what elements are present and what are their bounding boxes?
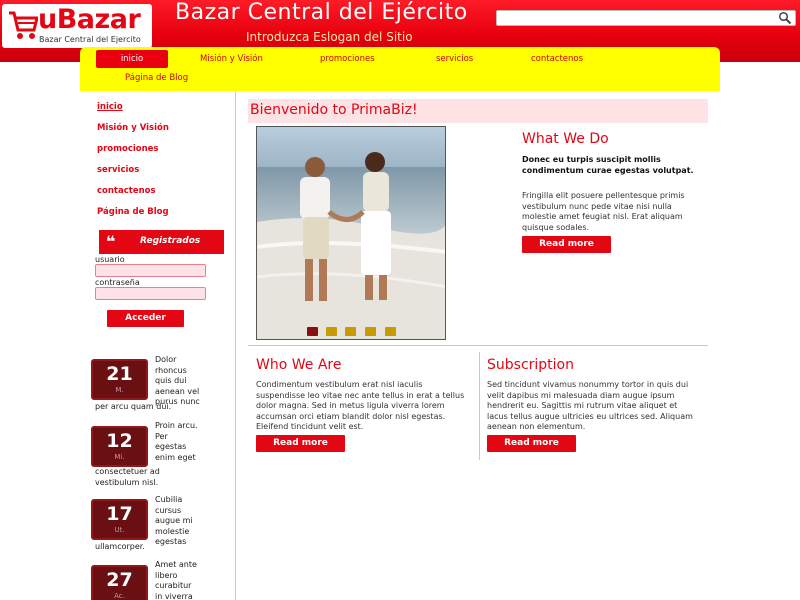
- post-line: Dolor: [155, 355, 177, 364]
- post-excerpt[interactable]: Proin arcu. Per egestas enim eget: [155, 421, 198, 463]
- post-line: Cubilia: [155, 495, 183, 504]
- sidebar-item-promociones[interactable]: promociones: [97, 144, 158, 154]
- what-we-do-read-more-button[interactable]: Read more: [522, 236, 611, 253]
- post-date-badge: 12 Mi.: [91, 426, 148, 467]
- slider-dot[interactable]: [307, 327, 318, 336]
- post-date-badge: 17 Ut.: [91, 499, 148, 540]
- post-line: egestas: [155, 442, 187, 451]
- search-icon[interactable]: [778, 11, 792, 25]
- slider-dot[interactable]: [326, 327, 337, 336]
- logo-subtitle: Bazar Central del Ejercito: [39, 35, 141, 44]
- post-date-badge: 27 Ac.: [91, 565, 148, 600]
- sidebar-item-inicio[interactable]: inicio: [97, 102, 123, 112]
- slideshow-image[interactable]: [256, 126, 446, 340]
- sidebar-item-contactenos[interactable]: contactenos: [97, 186, 156, 196]
- search-input[interactable]: [496, 10, 796, 26]
- post-date-day: 17: [106, 503, 133, 525]
- sidebar: inicio Misión y Visión promociones servi…: [80, 91, 236, 600]
- post-date-month: Ut.: [114, 526, 125, 534]
- quote-icon: ❝: [106, 232, 116, 251]
- post-line: quis dui: [155, 376, 187, 385]
- beach-couple-photo: [257, 127, 445, 339]
- logo-text: uBazar: [38, 4, 141, 35]
- what-we-do-title: What We Do: [522, 131, 609, 147]
- password-field[interactable]: [95, 287, 206, 300]
- post-excerpt-tail: ullamcorper.: [95, 542, 145, 551]
- post-date-day: 12: [106, 430, 133, 452]
- post-date-day: 27: [106, 569, 133, 591]
- slider-dot[interactable]: [345, 327, 356, 336]
- post-line: Per: [155, 431, 168, 441]
- what-we-do-lead: Donec eu turpis suscipit mollis condimen…: [522, 155, 694, 175]
- post-line: egestas: [155, 537, 187, 546]
- login-button[interactable]: Acceder: [107, 310, 184, 327]
- nav-item-blog[interactable]: Página de Blog: [125, 73, 188, 83]
- site-title: Bazar Central del Ejército: [175, 0, 468, 25]
- post-date-month: Mi.: [114, 453, 125, 461]
- subscription-text: Sed tincidunt vivamus nonummy tortor in …: [487, 380, 693, 431]
- section-divider: [248, 345, 708, 346]
- post-excerpt[interactable]: Amet ante libero curabitur in viverra: [155, 560, 197, 600]
- post-date-month: Ac.: [114, 592, 125, 600]
- post-line: in viverra: [155, 591, 193, 600]
- registered-header: ❝ Registrados: [99, 230, 224, 254]
- post-line: augue mi: [155, 516, 193, 525]
- post-excerpt-tail: consectetuer ad vestibulum nisl.: [95, 467, 160, 488]
- what-we-do-text: Fringilla elit posuere pellentesque prim…: [522, 191, 685, 232]
- welcome-banner: Bienvenido to PrimaBiz!: [248, 99, 708, 123]
- welcome-title: Bienvenido to PrimaBiz!: [250, 102, 418, 118]
- post-date-day: 21: [106, 363, 133, 385]
- shopping-cart-icon: [9, 11, 38, 39]
- post-date-badge: 21 M.: [91, 359, 148, 400]
- password-label: contraseña: [95, 278, 140, 287]
- post-line: enim eget: [155, 452, 196, 462]
- post-line: aenean vel: [155, 386, 200, 396]
- sidebar-item-mision-vision[interactable]: Misión y Visión: [97, 123, 169, 133]
- post-excerpt[interactable]: Cubilia cursus augue mi molestie egestas: [155, 495, 193, 548]
- username-field[interactable]: [95, 264, 206, 277]
- site-logo[interactable]: uBazar Bazar Central del Ejercito: [2, 4, 152, 48]
- post-line: Amet ante: [155, 560, 197, 569]
- nav-item-contactenos[interactable]: contactenos: [531, 54, 583, 64]
- sidebar-item-blog[interactable]: Página de Blog: [97, 207, 169, 217]
- who-we-are-title: Who We Are: [256, 357, 342, 373]
- who-we-are-read-more-button[interactable]: Read more: [256, 435, 345, 452]
- site-slogan: Introduzca Eslogan del Sitio: [246, 30, 413, 44]
- nav-item-inicio[interactable]: inicio: [96, 50, 168, 68]
- main-nav: inicio Misión y Visión promociones servi…: [80, 47, 720, 91]
- post-excerpt-tail: per arcu quam dui.: [95, 402, 172, 411]
- post-line: molestie: [155, 526, 190, 536]
- post-line: rhoncus: [155, 365, 187, 375]
- subscription-read-more-button[interactable]: Read more: [487, 435, 576, 452]
- post-line: consectetuer ad: [95, 467, 160, 476]
- registered-title: Registrados: [140, 236, 201, 246]
- nav-item-servicios[interactable]: servicios: [436, 54, 473, 64]
- username-label: usuario: [95, 255, 125, 264]
- slider-dot[interactable]: [365, 327, 376, 336]
- slider-dot[interactable]: [385, 327, 396, 336]
- post-line: libero: [155, 570, 178, 580]
- who-we-are-text: Condimentum vestibulum erat nisl iaculis…: [256, 380, 465, 431]
- nav-item-mision-vision[interactable]: Misión y Visión: [200, 54, 263, 64]
- post-line: curabitur: [155, 581, 192, 590]
- post-date-month: M.: [115, 386, 124, 394]
- column-divider: [479, 352, 480, 460]
- nav-item-promociones[interactable]: promociones: [320, 54, 375, 64]
- post-line: vestibulum nisl.: [95, 477, 159, 487]
- subscription-title: Subscription: [487, 357, 574, 373]
- sidebar-item-servicios[interactable]: servicios: [97, 165, 139, 175]
- post-line: cursus: [155, 505, 182, 515]
- post-excerpt[interactable]: Dolor rhoncus quis dui aenean vel purus …: [155, 355, 200, 408]
- post-line: Proin arcu.: [155, 421, 198, 430]
